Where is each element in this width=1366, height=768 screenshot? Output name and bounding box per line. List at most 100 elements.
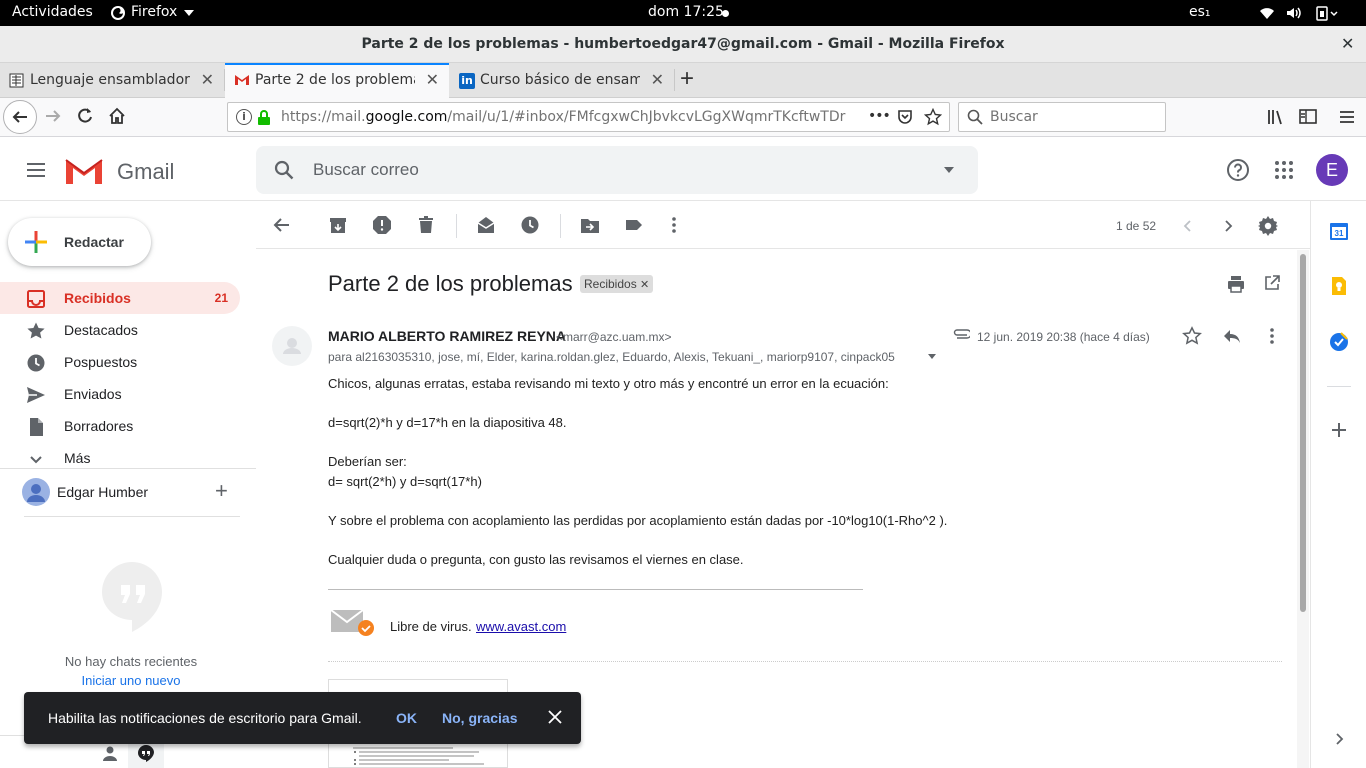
sidebar-divider <box>0 468 256 469</box>
info-icon[interactable]: i <box>236 109 252 125</box>
open-new-window-icon[interactable] <box>1264 275 1280 291</box>
wifi-icon[interactable] <box>1259 5 1275 21</box>
url-bar[interactable]: i https://mail.google.com/mail/u/1/#inbo… <box>227 102 950 132</box>
sender-avatar[interactable] <box>272 326 312 366</box>
tasks-icon[interactable] <box>1329 332 1349 352</box>
delete-icon[interactable] <box>416 215 438 237</box>
gmail-logo-text: Gmail <box>117 159 175 184</box>
older-chevron-icon[interactable] <box>1220 218 1236 234</box>
sidebar-toggle-icon[interactable] <box>1298 107 1320 129</box>
back-to-inbox-icon[interactable] <box>272 215 294 237</box>
account-avatar[interactable]: E <box>1316 154 1348 186</box>
window-close-icon[interactable]: ✕ <box>1341 34 1354 53</box>
keyboard-layout[interactable]: es₁ <box>1189 4 1211 20</box>
help-icon[interactable] <box>1226 158 1250 182</box>
show-details-dropdown-icon[interactable] <box>928 354 936 359</box>
sender-email: <marr@azc.uam.mx> <box>556 330 672 344</box>
start-new-chat-link[interactable]: Iniciar uno nuevo <box>0 673 262 688</box>
mark-unread-icon[interactable] <box>476 215 498 237</box>
label-icon[interactable] <box>624 215 646 237</box>
unread-count: 21 <box>214 291 228 305</box>
new-chat-plus-icon[interactable]: + <box>215 479 228 503</box>
reply-icon[interactable] <box>1222 326 1242 346</box>
firefox-app-icon <box>110 5 126 21</box>
settings-gear-icon[interactable] <box>1258 216 1278 236</box>
new-tab-plus-icon[interactable]: + <box>680 67 694 91</box>
mail-search-bar[interactable]: Buscar correo <box>256 146 978 194</box>
page-actions-icon[interactable]: ••• <box>868 108 891 124</box>
gmail-header: Gmail Buscar correo E <box>0 137 1366 201</box>
contacts-person-icon[interactable] <box>101 744 119 762</box>
no-chats-text: No hay chats recientes <box>64 654 198 669</box>
home-icon[interactable] <box>107 106 129 128</box>
power-menu-icon[interactable] <box>1315 5 1339 21</box>
back-button[interactable] <box>3 100 37 134</box>
sidebar-item-recibidos[interactable]: Recibidos 21 <box>0 282 240 314</box>
search-icon[interactable] <box>274 160 294 180</box>
sidebar-item-label: Más <box>64 450 91 466</box>
forward-icon[interactable] <box>43 106 65 128</box>
main-menu-icon[interactable] <box>24 158 48 182</box>
avast-link[interactable]: www.avast.com <box>476 619 566 634</box>
window-titlebar: Parte 2 de los problemas - humbertoedgar… <box>0 26 1366 63</box>
compose-button[interactable]: Redactar <box>8 218 151 266</box>
tab-close-icon[interactable]: ✕ <box>201 70 214 89</box>
chevron-down-icon <box>26 449 46 469</box>
library-icon[interactable] <box>1266 107 1288 129</box>
activities-button[interactable]: Actividades <box>12 4 93 20</box>
scrollbar-thumb[interactable] <box>1300 254 1306 612</box>
clock[interactable]: dom 17:25 <box>648 4 724 20</box>
lock-icon[interactable] <box>257 110 271 126</box>
tab-close-icon[interactable]: ✕ <box>426 70 439 89</box>
sender-name[interactable]: MARIO ALBERTO RAMIREZ REYNA <box>328 328 566 344</box>
sidebar-item-mas[interactable]: Más <box>0 442 240 474</box>
apps-grid-icon[interactable] <box>1274 160 1294 180</box>
search-options-dropdown-icon[interactable] <box>944 167 954 173</box>
pocket-icon[interactable] <box>897 109 913 125</box>
newer-chevron-icon[interactable] <box>1180 218 1196 234</box>
keep-icon[interactable] <box>1329 276 1349 296</box>
remove-label-icon[interactable]: ✕ <box>640 279 649 291</box>
navigation-toolbar: i https://mail.google.com/mail/u/1/#inbo… <box>0 98 1366 137</box>
snooze-icon[interactable] <box>520 215 542 237</box>
browser-search-box[interactable]: Buscar <box>958 102 1166 132</box>
tab-label: Parte 2 de los problemas <box>255 72 415 88</box>
tab-lenguaje-ensamblador[interactable]: Lenguaje ensamblador. Pa ✕ <box>0 63 224 98</box>
report-spam-icon[interactable] <box>372 215 394 237</box>
url-text: https://mail.google.com/mail/u/1/#inbox/… <box>281 109 845 125</box>
add-addon-plus-icon[interactable] <box>1330 421 1348 439</box>
message-more-icon[interactable] <box>1262 326 1282 346</box>
print-icon[interactable] <box>1227 275 1245 293</box>
bookmark-star-icon[interactable] <box>924 108 942 126</box>
hangouts-quote-icon <box>101 561 163 633</box>
star-message-icon[interactable] <box>1182 326 1202 346</box>
move-to-icon[interactable] <box>580 215 602 237</box>
archive-icon[interactable] <box>328 215 350 237</box>
sidebar-item-enviados[interactable]: Enviados <box>0 378 240 410</box>
gmail-logo-icon[interactable] <box>64 156 104 186</box>
sidebar-item-borradores[interactable]: Borradores <box>0 410 240 442</box>
tab-close-icon[interactable]: ✕ <box>651 70 664 89</box>
toast-ok-button[interactable]: OK <box>396 710 417 726</box>
tab-curso-basico[interactable]: in Curso básico de ensambla ✕ <box>450 63 674 98</box>
tab-parte-2[interactable]: Parte 2 de los problemas ✕ <box>225 63 449 98</box>
message-subject: Parte 2 de los problemas <box>328 271 573 296</box>
reload-icon[interactable] <box>75 106 97 128</box>
app-menu[interactable]: Firefox <box>131 4 177 20</box>
calendar-icon[interactable]: 31 <box>1329 221 1349 241</box>
app-menu-arrow-icon <box>184 10 194 16</box>
more-vert-icon[interactable] <box>664 215 686 237</box>
sidebar-item-destacados[interactable]: Destacados <box>0 314 240 346</box>
message-scrollbar[interactable] <box>1297 250 1309 768</box>
volume-icon[interactable] <box>1285 5 1301 21</box>
sidebar-item-pospuestos[interactable]: Pospuestos <box>0 346 240 378</box>
menu-hamburger-icon[interactable] <box>1337 107 1359 129</box>
toast-no-thanks-button[interactable]: No, gracias <box>442 710 517 726</box>
hangouts-user-name[interactable]: Edgar Humber <box>57 484 149 500</box>
toast-close-icon[interactable] <box>548 710 562 724</box>
expand-panel-chevron-icon[interactable] <box>1332 732 1346 746</box>
system-top-bar: Actividades Firefox dom 17:25 es₁ <box>0 0 1366 26</box>
desktop-notifications-toast: Habilita las notificaciones de escritori… <box>24 692 581 744</box>
hangouts-user-avatar[interactable] <box>22 478 50 506</box>
notification-dot-icon <box>722 10 729 17</box>
